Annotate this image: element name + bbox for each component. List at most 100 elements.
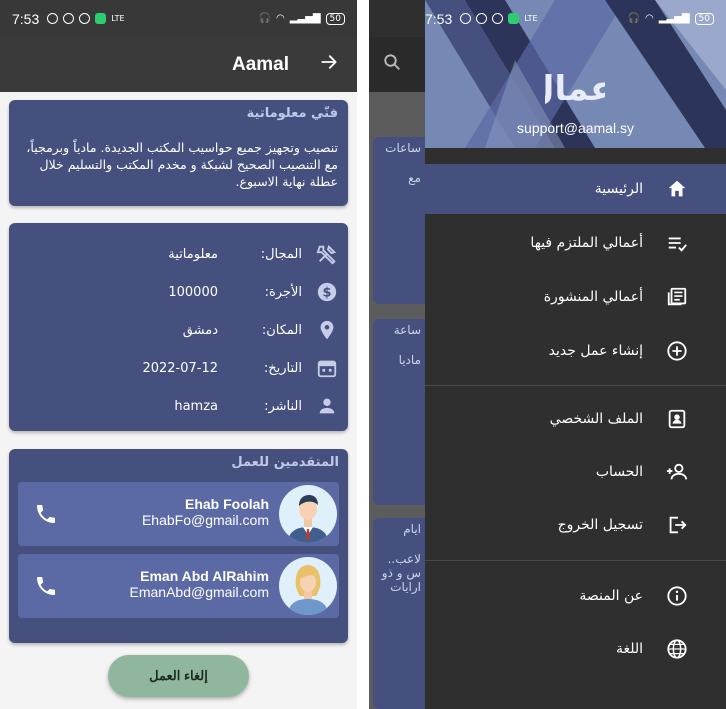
menu-item-about[interactable]: عن المنصة <box>425 571 726 621</box>
app-notification-icon <box>508 13 520 24</box>
info-icon <box>665 584 689 608</box>
applicant-item[interactable]: Eman Abd AlRahim EmanAbd@gmail.com <box>18 554 339 618</box>
background-card-text: ايام <box>403 522 421 536</box>
whatsapp-icon <box>47 13 59 24</box>
info-value: دمشق <box>182 322 218 338</box>
menu-item-committed-jobs[interactable]: أعمالي الملتزم فيها <box>425 218 726 268</box>
applicant-email: EhabFo@gmail.com <box>141 512 269 528</box>
add-circle-icon <box>665 339 689 363</box>
applicant-email: EmanAbd@gmail.com <box>129 584 270 600</box>
lte-icon: LTE <box>111 14 125 23</box>
background-card: ساعة ماديا <box>373 319 425 505</box>
menu-item-label: الحساب <box>595 464 643 480</box>
back-arrow-icon[interactable] <box>319 52 339 78</box>
applicant-info: Ehab Foolah EhabFo@gmail.com <box>142 496 269 528</box>
status-bar: 7:53 LTE 🎧 ◠ ▂▃▅▇ 50 <box>425 0 726 37</box>
search-icon <box>383 53 401 76</box>
telegram-icon <box>476 13 488 24</box>
menu-item-logout[interactable]: تسجيل الخروج <box>425 500 726 550</box>
battery-icon: 50 <box>325 12 345 25</box>
menu-item-language[interactable]: اللغة <box>425 624 726 674</box>
home-icon <box>665 177 689 201</box>
tools-icon <box>316 243 338 265</box>
background-card-text: ساعات <box>385 141 421 155</box>
svg-text:$: $ <box>323 286 332 301</box>
menu-item-label: أعمالي المنشورة <box>543 289 643 305</box>
avatar <box>279 557 337 615</box>
menu-item-home[interactable]: الرئيسية <box>425 164 726 214</box>
info-label: المجال: <box>260 246 302 262</box>
avatar <box>279 485 337 543</box>
status-bar: 7:53 LTE 🎧 ◠ ▂▃▅▇ 50 <box>0 0 357 37</box>
menu-item-profile[interactable]: الملف الشخصي <box>425 394 726 444</box>
background-card-text: ماديا <box>398 353 421 367</box>
notification-icons: LTE <box>460 13 538 24</box>
applicants-card: المتقدمين للعمل Ehab Foolah EhabFo@gmail… <box>9 449 348 643</box>
menu-item-label: اللغة <box>615 641 643 657</box>
background-card-text: س و ذو <box>381 566 421 580</box>
battery-icon: 50 <box>694 12 714 25</box>
status-time: 7:53 <box>425 10 453 27</box>
applicant-info: Eman Abd AlRahim EmanAbd@gmail.com <box>130 568 270 600</box>
navigation-drawer: 7:53 LTE 🎧 ◠ ▂▃▅▇ 50 أعمال <box>425 0 726 709</box>
whatsapp-icon <box>460 13 472 24</box>
dollar-icon: $ <box>316 281 338 303</box>
applicant-name: Ehab Foolah <box>185 496 269 512</box>
status-time: 7:53 <box>12 10 40 27</box>
info-label: التاريخ: <box>263 360 302 376</box>
messenger-icon <box>492 13 504 24</box>
wifi-icon: ◠ <box>645 13 654 24</box>
headphones-icon: 🎧 <box>627 13 641 24</box>
system-icons: 🎧 ◠ ▂▃▅▇ 50 <box>258 12 345 25</box>
info-label: الأجرة: <box>264 284 302 300</box>
background-card: ايام لاعب.. س و ذو ارايات <box>373 518 425 709</box>
applicants-heading: المتقدمين للعمل <box>231 455 339 470</box>
signal-icon: ▂▃▅▇ <box>658 13 690 24</box>
logout-icon <box>665 513 689 537</box>
menu-item-account[interactable]: الحساب <box>425 447 726 497</box>
info-value: معلوماتية <box>168 246 218 262</box>
menu-item-label: تسجيل الخروج <box>557 517 643 533</box>
svg-text:أعمال: أعمال <box>545 68 605 108</box>
notification-icons: LTE <box>47 13 125 24</box>
job-details-screen: 7:53 LTE 🎧 ◠ ▂▃▅▇ 50 Aamal فنّي معلوماتي… <box>0 0 357 709</box>
profile-badge-icon <box>665 407 689 431</box>
menu-item-create-job[interactable]: إنشاء عمل جديد <box>425 326 726 376</box>
menu-divider <box>425 385 726 386</box>
info-row-wage: $ الأجرة: 100000 <box>9 273 348 311</box>
applicant-name: Eman Abd AlRahim <box>140 568 269 584</box>
app-title: Aamal <box>231 53 289 75</box>
info-value: 2022-07-12 <box>142 360 218 376</box>
background-card-text: ساعة <box>393 323 421 337</box>
navigation-drawer-screen: ساعات مع ساعة ماديا ايام لاعب.. س و ذو ا… <box>369 0 726 709</box>
phone-icon[interactable] <box>34 502 58 526</box>
info-value: 100000 <box>168 284 218 300</box>
app-bar: Aamal <box>0 37 357 92</box>
location-pin-icon <box>316 319 338 341</box>
info-label: المكان: <box>261 322 302 338</box>
cancel-job-button[interactable]: إلغاء العمل <box>108 655 249 697</box>
info-value: hamza <box>174 398 218 414</box>
newspaper-icon <box>665 285 689 309</box>
background-card-text: لاعب.. <box>387 552 421 566</box>
job-info-card: المجال: معلوماتية $ الأجرة: 100000 المكا… <box>9 223 348 431</box>
background-card-text: مع <box>408 171 421 185</box>
menu-item-published-jobs[interactable]: أعمالي المنشورة <box>425 272 726 322</box>
menu-item-label: عن المنصة <box>579 588 643 604</box>
info-row-field: المجال: معلوماتية <box>9 235 348 273</box>
headphones-icon: 🎧 <box>258 13 272 24</box>
lte-icon: LTE <box>524 14 538 23</box>
messenger-icon <box>79 13 91 24</box>
telegram-icon <box>63 13 75 24</box>
person-icon <box>316 395 338 417</box>
phone-icon[interactable] <box>34 574 58 598</box>
info-row-date: التاريخ: 2022-07-12 <box>9 349 348 387</box>
app-logo: أعمال <box>525 66 625 109</box>
support-email: support@aamal.sy <box>517 120 634 136</box>
applicant-item[interactable]: Ehab Foolah EhabFo@gmail.com <box>18 482 339 546</box>
menu-item-label: الملف الشخصي <box>549 411 643 427</box>
info-label: الناشر: <box>264 398 302 414</box>
globe-icon <box>665 637 689 661</box>
menu-item-label: أعمالي الملتزم فيها <box>530 235 643 251</box>
job-description-card: فنّي معلوماتية تنصيب وتجهيز جميع حواسيب … <box>9 100 348 206</box>
